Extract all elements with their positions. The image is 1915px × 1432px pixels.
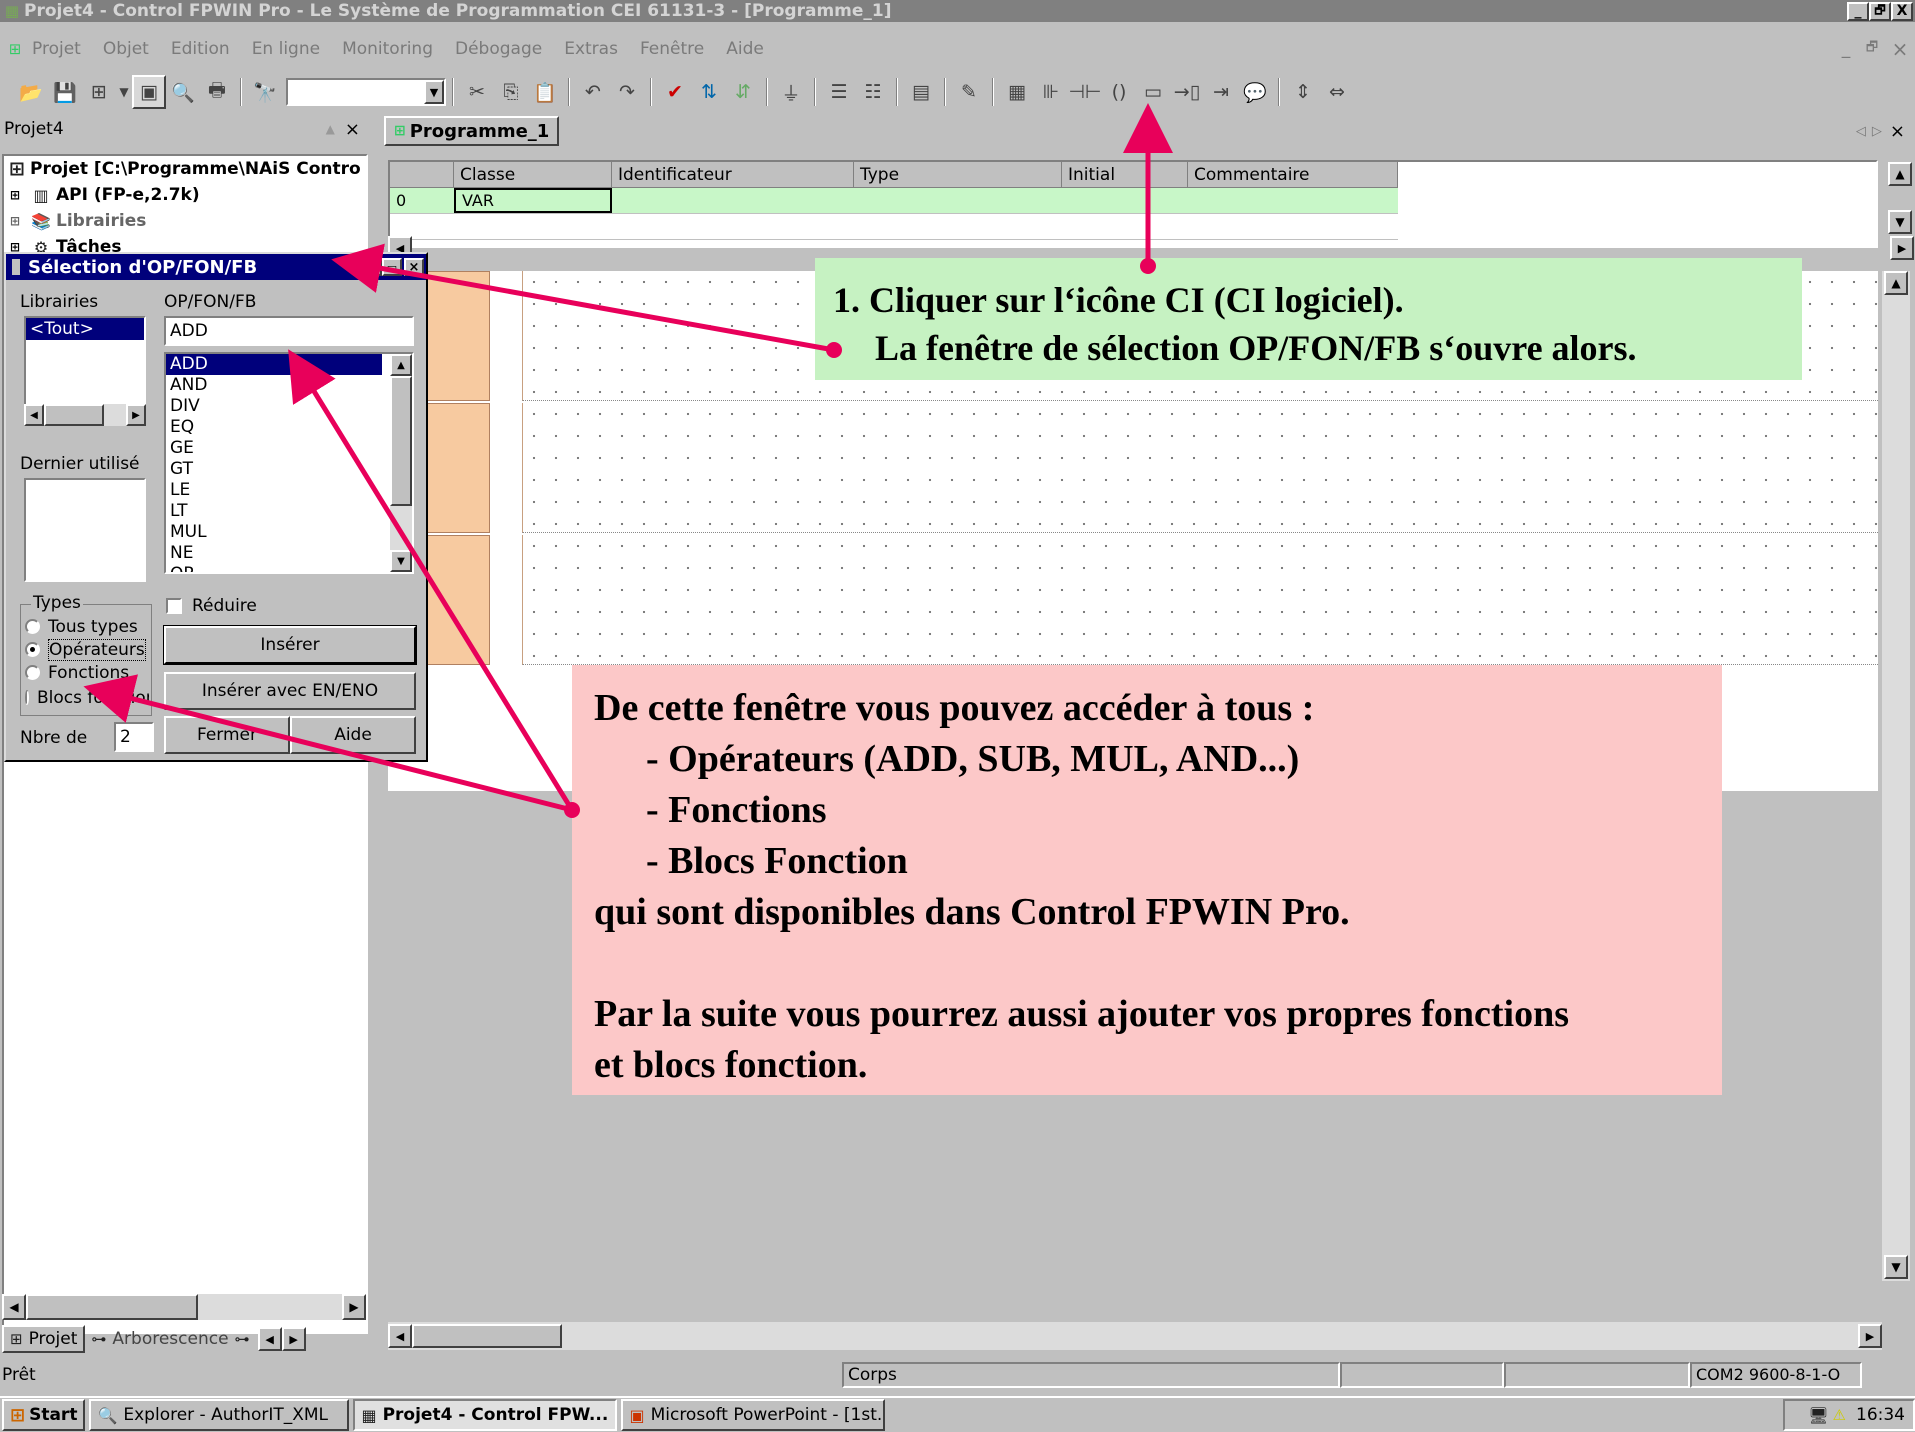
status-section: Corps [842,1362,1340,1388]
arrow-to-add-item [288,349,575,812]
status-bar: Prêt Corps COM2 9600-8-1-O [0,1360,1915,1390]
status-empty-1 [1340,1362,1504,1388]
start-button[interactable]: ⊞ Start [2,1399,86,1431]
fpwin-icon: ▦ [361,1405,377,1425]
status-text: Prêt [2,1365,36,1385]
status-com: COM2 9600-8-1-O [1690,1362,1862,1388]
arrow-to-types-group [83,674,573,813]
powerpoint-icon: ▣ [629,1405,645,1425]
arrow-dot-2 [826,342,842,358]
arrow-dot-3 [564,802,580,818]
taskbar: ⊞ Start 🔍 Explorer - AuthorIT_XML ▦ Proj… [0,1396,1915,1432]
network-tray-icon[interactable]: 🖥 [1808,1406,1828,1425]
warning-tray-icon[interactable]: ⚠ [1833,1406,1846,1424]
status-empty-2 [1504,1362,1690,1388]
windows-logo-icon: ⊞ [10,1404,26,1426]
task-explorer[interactable]: 🔍 Explorer - AuthorIT_XML [89,1399,350,1431]
task-fpwin[interactable]: ▦ Projet4 - Control FPW... [353,1399,618,1431]
arrow-to-dialog-title [331,243,835,353]
arrow-dot-1 [1140,258,1156,274]
annotation-arrows [83,103,1173,818]
task-powerpoint[interactable]: ▣ Microsoft PowerPoint - [1st... [621,1399,886,1431]
explorer-icon: 🔍 [97,1405,118,1425]
clock: 16:34 [1856,1405,1905,1425]
system-tray: 🖥 ⚠ 16:34 [1783,1399,1915,1431]
